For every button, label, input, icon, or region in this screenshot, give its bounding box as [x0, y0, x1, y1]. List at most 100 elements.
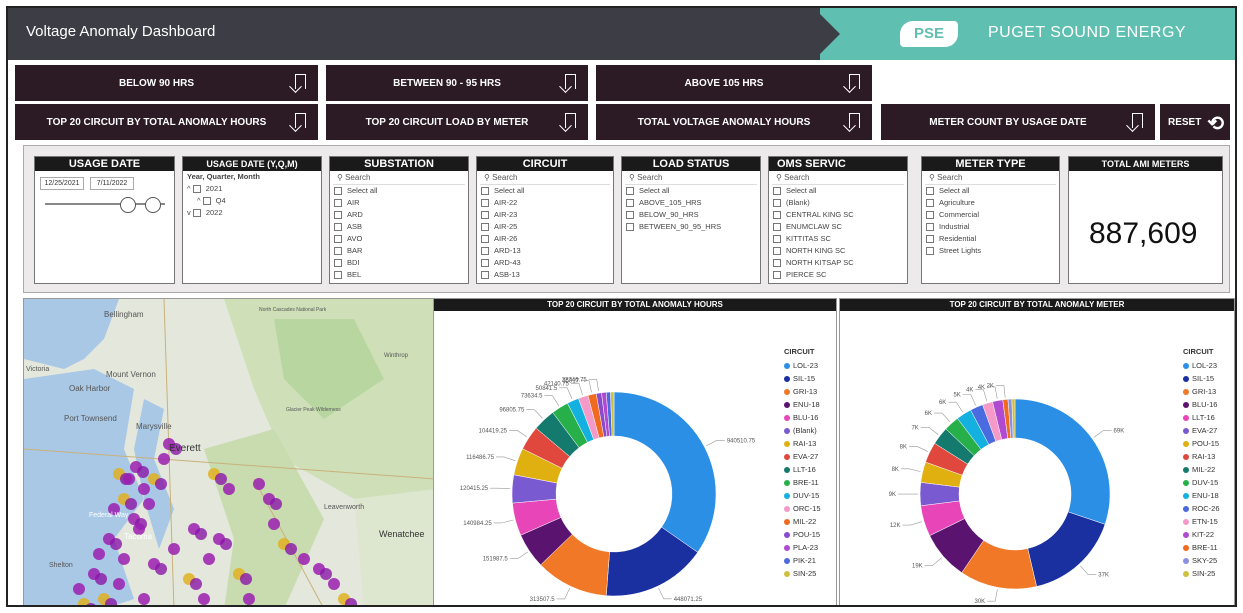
meter-point[interactable]	[223, 483, 235, 495]
list-item[interactable]: BELOW_90_HRS	[622, 209, 760, 221]
list-item[interactable]: AVO	[330, 233, 468, 245]
legend-item[interactable]: DUV-15	[784, 489, 821, 502]
legend-item[interactable]: LLT-16	[784, 463, 821, 476]
list-item[interactable]: CENTRAL KING SC	[769, 209, 907, 221]
anomaly-hours-donut[interactable]: 940510.75 448071.25 313507.5 151987.5 140984…	[434, 311, 837, 607]
checkbox[interactable]	[334, 211, 342, 220]
checkbox[interactable]	[334, 247, 342, 256]
top20-load-button[interactable]: TOP 20 CIRCUIT LOAD BY METER	[326, 104, 588, 140]
donut-slice[interactable]	[613, 391, 717, 553]
checkbox[interactable]	[481, 199, 489, 208]
above-105-button[interactable]: ABOVE 105 HRS	[596, 65, 872, 101]
meter-point[interactable]	[123, 473, 135, 485]
tree-item-2021[interactable]: ^ 2021	[183, 183, 321, 195]
legend-item[interactable]: POU-15	[1183, 437, 1220, 450]
date-slider-handle-end[interactable]	[145, 197, 161, 213]
meter-point[interactable]	[240, 573, 252, 585]
legend-item[interactable]: SIL-15	[1183, 372, 1220, 385]
legend-item[interactable]: SIN-25	[1183, 567, 1220, 580]
legend-item[interactable]: ORC-15	[784, 502, 821, 515]
checkbox[interactable]	[626, 199, 634, 208]
checkbox[interactable]	[926, 247, 934, 256]
meter-type-search[interactable]: ⚲ Search	[925, 171, 1056, 185]
list-item[interactable]: ARD-43	[477, 257, 613, 269]
end-date-input[interactable]: 7/11/2022	[90, 177, 134, 190]
meter-point[interactable]	[110, 538, 122, 550]
legend-item[interactable]: RAI-13	[784, 437, 821, 450]
oms-search[interactable]: ⚲ Search	[772, 171, 904, 185]
meter-point[interactable]	[138, 593, 150, 605]
meter-point[interactable]	[268, 518, 280, 530]
checkbox[interactable]	[626, 211, 634, 220]
legend-item[interactable]: PLA-23	[784, 541, 821, 554]
legend-item[interactable]: SIL-15	[784, 372, 821, 385]
checkbox[interactable]	[926, 187, 934, 196]
legend-item[interactable]: POU-15	[784, 528, 821, 541]
checkbox[interactable]	[481, 211, 489, 220]
checkbox[interactable]	[926, 235, 934, 244]
list-item[interactable]: BETWEEN_90_95_HRS	[622, 221, 760, 233]
list-item[interactable]: BEL	[330, 269, 468, 281]
checkbox[interactable]	[481, 247, 489, 256]
list-item[interactable]: ARD-13	[477, 245, 613, 257]
list-item[interactable]: AIR-26	[477, 233, 613, 245]
checkbox[interactable]	[481, 271, 489, 280]
checkbox[interactable]	[334, 223, 342, 232]
list-item[interactable]: ARD	[330, 209, 468, 221]
legend-item[interactable]: ENU-18	[784, 398, 821, 411]
checkbox[interactable]	[773, 235, 781, 244]
list-item[interactable]: ABOVE_105_HRS	[622, 197, 760, 209]
checkbox[interactable]	[481, 223, 489, 232]
list-item[interactable]: AIR-25	[477, 221, 613, 233]
list-item[interactable]: KITTITAS SC	[769, 233, 907, 245]
list-item[interactable]: AIR	[330, 197, 468, 209]
list-item[interactable]: AIR-22	[477, 197, 613, 209]
checkbox[interactable]	[481, 235, 489, 244]
checkbox[interactable]	[626, 223, 634, 232]
checkbox[interactable]	[773, 247, 781, 256]
date-slider-handle-start[interactable]	[120, 197, 136, 213]
meter-point[interactable]	[113, 578, 125, 590]
list-item[interactable]: AIR-23	[477, 209, 613, 221]
legend-item[interactable]: BLU-16	[784, 411, 821, 424]
list-item[interactable]: Commercial	[922, 209, 1059, 221]
reset-button[interactable]: RESET ⟲	[1160, 104, 1230, 140]
list-item[interactable]: ENUMCLAW SC	[769, 221, 907, 233]
legend-item[interactable]: ETN-15	[1183, 515, 1220, 528]
list-item[interactable]: Agriculture	[922, 197, 1059, 209]
meter-point[interactable]	[137, 466, 149, 478]
list-item[interactable]: BDI	[330, 257, 468, 269]
meter-point[interactable]	[285, 543, 297, 555]
meter-point[interactable]	[328, 578, 340, 590]
checkbox[interactable]	[773, 199, 781, 208]
between-90-95-button[interactable]: BETWEEN 90 - 95 HRS	[326, 65, 588, 101]
legend-item[interactable]: KIT-22	[1183, 528, 1220, 541]
list-item[interactable]: BAR	[330, 245, 468, 257]
legend-item[interactable]: (Blank)	[784, 424, 821, 437]
legend-item[interactable]: RAI-13	[1183, 450, 1220, 463]
checkbox[interactable]	[481, 187, 489, 196]
donut-slice[interactable]	[1014, 398, 1111, 525]
list-item[interactable]: Street Lights	[922, 245, 1059, 257]
list-item[interactable]: ASB	[330, 221, 468, 233]
meter-point[interactable]	[198, 593, 210, 605]
meter-point[interactable]	[203, 553, 215, 565]
meter-point[interactable]	[195, 528, 207, 540]
legend-item[interactable]: LLT-16	[1183, 411, 1220, 424]
list-item[interactable]: ASB-13	[477, 269, 613, 281]
legend-item[interactable]: EVA-27	[784, 450, 821, 463]
legend-item[interactable]: BRE-11	[1183, 541, 1220, 554]
meter-point[interactable]	[168, 543, 180, 555]
checkbox[interactable]	[192, 209, 201, 218]
checkbox[interactable]	[334, 271, 342, 280]
legend-item[interactable]: MIL-22	[1183, 463, 1220, 476]
meter-point[interactable]	[158, 453, 170, 465]
meter-point[interactable]	[73, 583, 85, 595]
list-item[interactable]: Residential	[922, 233, 1059, 245]
checkbox[interactable]	[926, 199, 934, 208]
legend-item[interactable]: PIK-21	[784, 554, 821, 567]
meter-count-button[interactable]: METER COUNT BY USAGE DATE	[881, 104, 1155, 140]
checkbox[interactable]	[926, 211, 934, 220]
meter-point[interactable]	[155, 563, 167, 575]
meter-point[interactable]	[270, 498, 282, 510]
